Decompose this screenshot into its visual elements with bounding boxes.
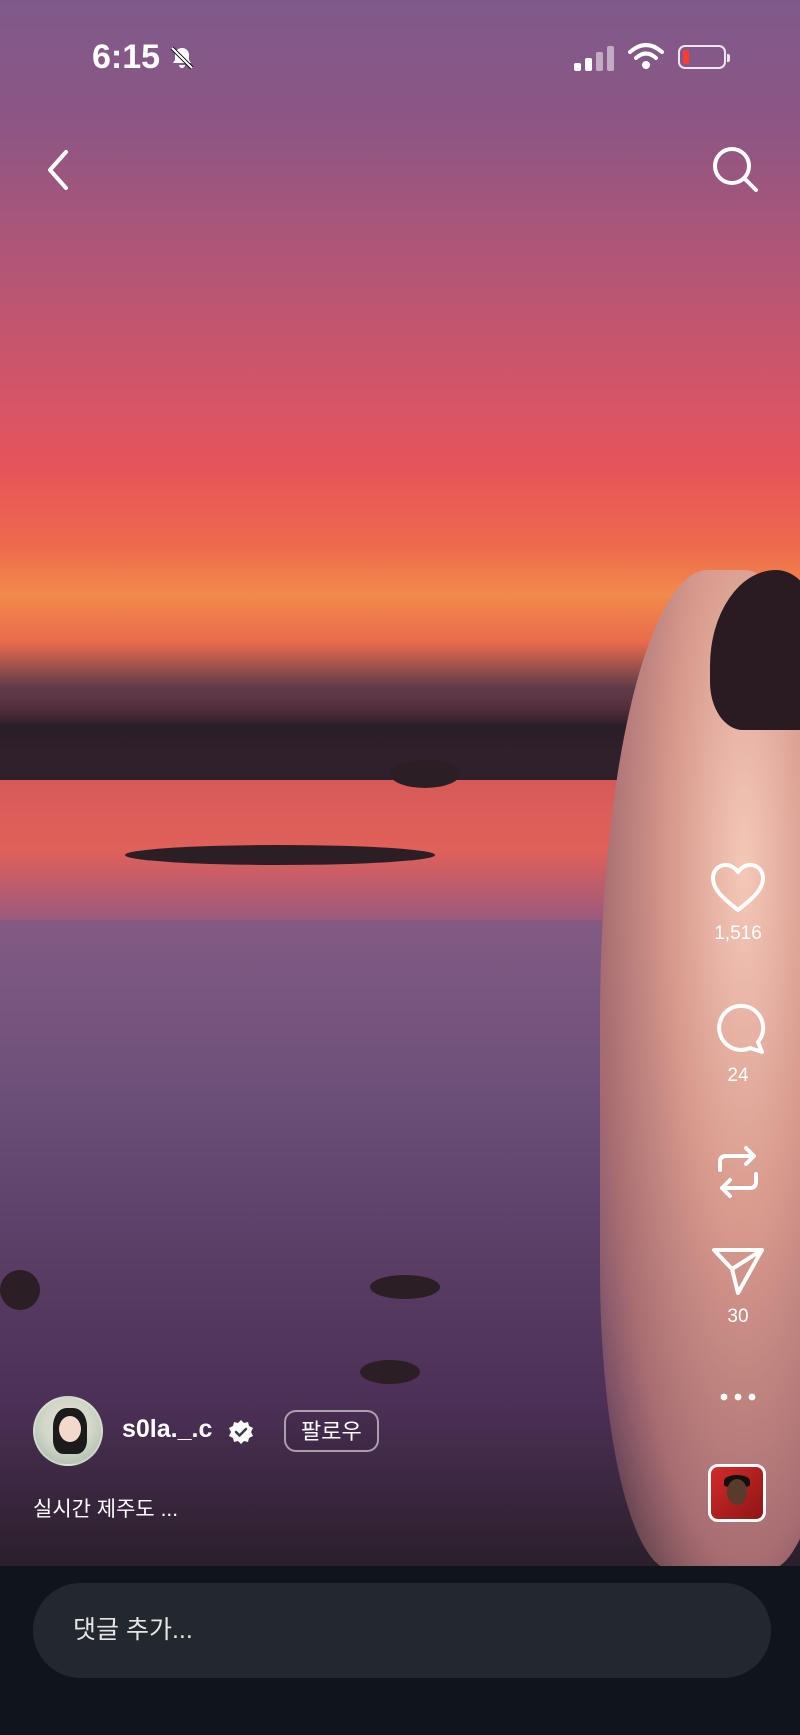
comment-bubble-icon[interactable] [710, 1000, 766, 1056]
repost-icon[interactable] [710, 1142, 766, 1202]
status-bar: 6:15 [0, 0, 800, 110]
caption[interactable]: 실시간 제주도 ... [33, 1493, 178, 1523]
search-icon[interactable] [706, 140, 766, 200]
reels-screen: 6:15 1,516 24 30 s0la._.c 팔로우 실시간 제주도 ..… [0, 0, 800, 1735]
send-icon[interactable] [710, 1245, 766, 1297]
repost-action[interactable] [700, 1142, 776, 1207]
share-action[interactable]: 30 [700, 1245, 776, 1328]
cellular-signal-icon [574, 46, 614, 71]
follow-button[interactable]: 팔로우 [284, 1410, 379, 1452]
battery-icon [678, 45, 730, 69]
back-chevron-icon[interactable] [30, 140, 90, 200]
like-count: 1,516 [714, 923, 762, 944]
avatar[interactable] [33, 1396, 103, 1466]
video-rock [370, 1275, 440, 1299]
video-rock [125, 845, 435, 865]
comment-input[interactable]: 댓글 추가... [33, 1583, 771, 1678]
video-rock [360, 1360, 420, 1384]
video-horizon [0, 690, 700, 780]
bell-muted-icon [170, 46, 194, 70]
audio-thumbnail[interactable] [708, 1464, 766, 1522]
video-rock [0, 1270, 40, 1310]
comment-count: 24 [727, 1065, 749, 1086]
more-dots-icon[interactable] [718, 1391, 758, 1403]
heart-icon[interactable] [710, 862, 766, 914]
wifi-icon [628, 43, 664, 69]
status-time: 6:15 [92, 38, 161, 76]
video-rock [390, 760, 460, 788]
verified-badge-icon [229, 1420, 253, 1444]
like-action[interactable]: 1,516 [700, 862, 776, 945]
username[interactable]: s0la._.c [122, 1415, 212, 1444]
share-count: 30 [727, 1306, 749, 1327]
comment-action[interactable]: 24 [700, 1000, 776, 1087]
more-options-button[interactable] [700, 1390, 776, 1408]
